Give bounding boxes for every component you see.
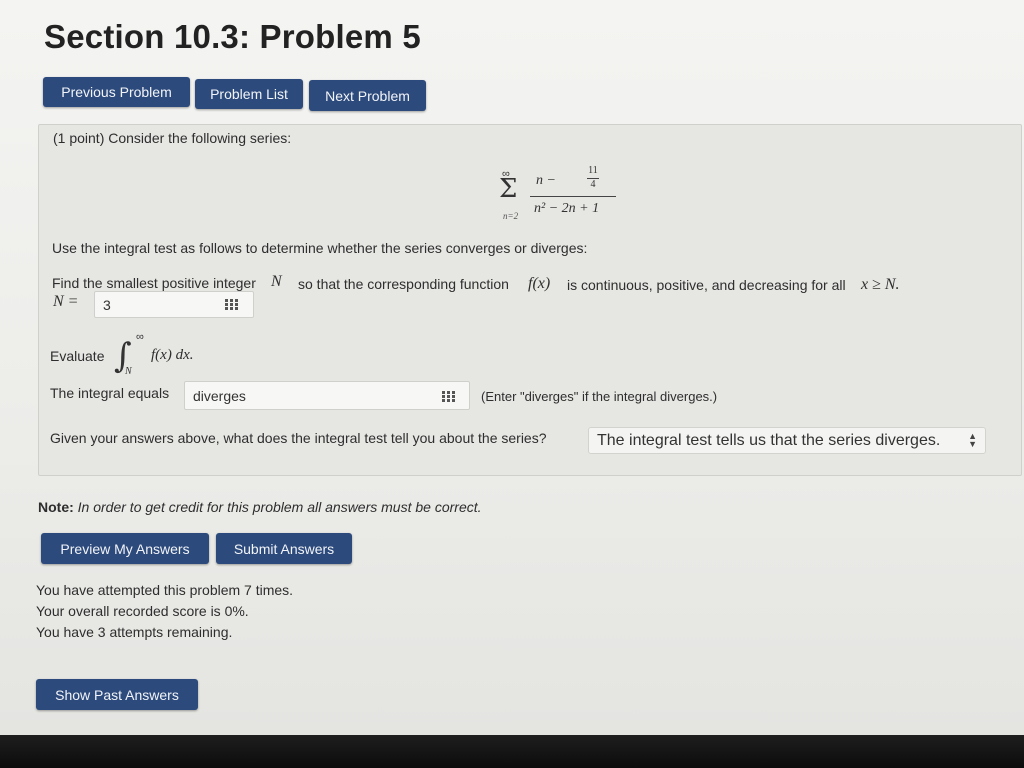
series-denominator: n² − 2n + 1 — [534, 201, 600, 216]
series-numerator: n − — [536, 173, 556, 188]
series-formula: ∞ Σ n=2 n − 11 4 n² − 2n + 1 — [496, 164, 626, 224]
integral-answer-field[interactable]: diverges — [184, 381, 470, 410]
find-var-n: N — [271, 273, 282, 290]
integral-answer-value: diverges — [193, 387, 246, 404]
select-arrows-icon: ▲ ▼ — [968, 431, 977, 449]
sum-lower-limit: n=2 — [503, 211, 519, 221]
test-conclusion-select[interactable]: The integral test tells us that the seri… — [588, 427, 986, 454]
test-question: Given your answers above, what does the … — [50, 430, 547, 446]
integral-hint: (Enter "diverges" if the integral diverg… — [481, 389, 718, 404]
remaining-text: You have 3 attempts remaining. — [36, 624, 233, 640]
monitor-bezel — [0, 735, 1024, 768]
numerator-fraction-bottom: 4 — [590, 179, 596, 190]
integral-lower-limit: N — [125, 366, 132, 377]
problem-list-button[interactable]: Problem List — [195, 79, 303, 109]
find-func: f(x) — [528, 275, 551, 292]
previous-problem-button[interactable]: Previous Problem — [43, 77, 190, 107]
numerator-fraction-top: 11 — [588, 165, 598, 176]
webwork-page: Section 10.3: Problem 5 Previous Problem… — [0, 0, 1024, 735]
n-answer-label: N = — [53, 293, 79, 310]
find-text-1: Find the smallest positive integer — [52, 275, 256, 291]
score-text: Your overall recorded score is 0%. — [36, 603, 249, 619]
n-answer-value: 3 — [103, 296, 111, 313]
show-past-answers-button[interactable]: Show Past Answers — [36, 679, 198, 710]
equation-editor-icon[interactable] — [442, 391, 456, 402]
find-text-3: is continuous, positive, and decreasing … — [567, 277, 846, 293]
integral-upper-limit: ∞ — [136, 331, 144, 343]
problem-intro: (1 point) Consider the following series: — [53, 130, 292, 146]
sigma-icon: Σ — [499, 174, 518, 204]
note: Note: In order to get credit for this pr… — [38, 499, 482, 515]
evaluate-label: Evaluate — [50, 348, 105, 364]
page-title: Section 10.3: Problem 5 — [44, 18, 421, 55]
equation-editor-icon[interactable] — [225, 299, 239, 310]
find-condition: x ≥ N. — [861, 276, 900, 293]
preview-answers-button[interactable]: Preview My Answers — [41, 533, 209, 564]
integral-equals-label: The integral equals — [50, 385, 170, 401]
attempts-text: You have attempted this problem 7 times. — [36, 582, 294, 598]
submit-answers-button[interactable]: Submit Answers — [216, 533, 352, 564]
series-fraction-bar — [530, 196, 616, 197]
note-text: In order to get credit for this problem … — [77, 499, 482, 515]
note-label: Note: — [38, 499, 74, 515]
find-text-2: so that the corresponding function — [298, 276, 509, 292]
test-conclusion-value: The integral test tells us that the seri… — [597, 431, 941, 449]
integrand: f(x) dx. — [151, 347, 194, 363]
next-problem-button[interactable]: Next Problem — [309, 80, 426, 111]
instruction-text: Use the integral test as follows to dete… — [52, 240, 588, 256]
